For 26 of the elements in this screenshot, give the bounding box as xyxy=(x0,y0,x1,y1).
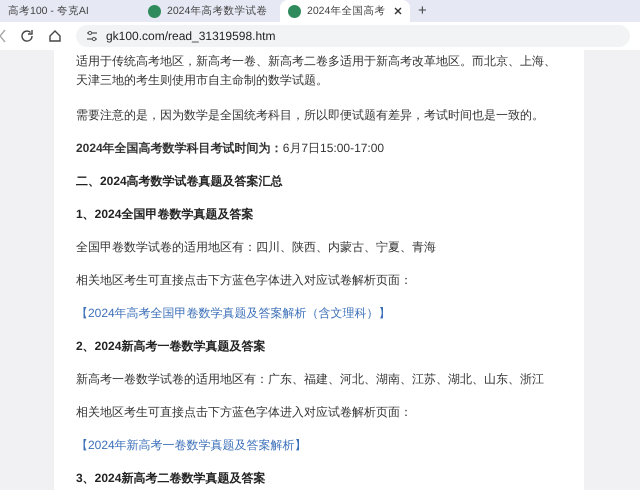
paragraph: 2024年全国高考数学科目考试时间为：6月7日15:00-17:00 xyxy=(76,140,386,156)
new-tab-button[interactable]: + xyxy=(410,0,435,22)
paragraph: 相关地区考生可直接点击下方蓝色字体进入对应试卷解析页面： xyxy=(76,272,413,288)
url-text: gk100.com/read_31319598.htm xyxy=(106,28,276,45)
browser-tab[interactable]: 高考100 - 夸克AI xyxy=(0,0,140,22)
section-heading: 二、2024高考数学试卷真题及答案汇总 xyxy=(76,173,284,189)
article-link[interactable]: 【2024年新高考一卷数学真题及答案解析】 xyxy=(76,437,307,453)
article-link[interactable]: 【2024年高考全国甲卷数学真题及答案解析（含文理科）】 xyxy=(76,305,391,321)
paragraph: 新高考一卷数学试卷的适用地区有：广东、福建、河北、湖南、江苏、湖北、山东、浙江 xyxy=(76,371,545,387)
reload-icon[interactable] xyxy=(20,29,34,43)
section-heading: 2、2024新高考一卷数学真题及答案 xyxy=(76,338,266,354)
address-field[interactable]: gk100.com/read_31319598.htm xyxy=(76,25,630,47)
browser-tab[interactable]: 2024年高考数学试卷 xyxy=(140,0,280,22)
tab-title: 2024年全国高考 xyxy=(307,4,386,18)
paragraph: 相关地区考生可直接点击下方蓝色字体进入对应试卷解析页面： xyxy=(76,404,413,420)
close-icon[interactable] xyxy=(394,7,402,15)
home-icon[interactable] xyxy=(48,29,62,43)
section-heading: 1、2024全国甲卷数学真题及答案 xyxy=(76,206,254,222)
tab-title: 2024年高考数学试卷 xyxy=(167,4,268,18)
browser-tab[interactable]: 2024年全国高考 xyxy=(280,0,410,22)
site-settings-icon[interactable] xyxy=(86,30,98,42)
paragraph: 适用于传统高考地区，新高考一卷、新高考二卷多适用于新高考改革地区。而北京、上海、天津三地的考生则使用市自主命制的数学试题。 xyxy=(76,53,557,89)
paragraph: 需要注意的是，因为数学是全国统考科目，所以即便试题有差异，考试时间也是一致的。 xyxy=(76,107,545,123)
section-heading: 3、2024新高考二卷数学真题及答案 xyxy=(76,470,266,486)
tab-title: 高考100 - 夸克AI xyxy=(8,4,90,18)
paragraph: 全国甲卷数学试卷的适用地区有：四川、陕西、内蒙古、宁夏、青海 xyxy=(76,239,437,255)
